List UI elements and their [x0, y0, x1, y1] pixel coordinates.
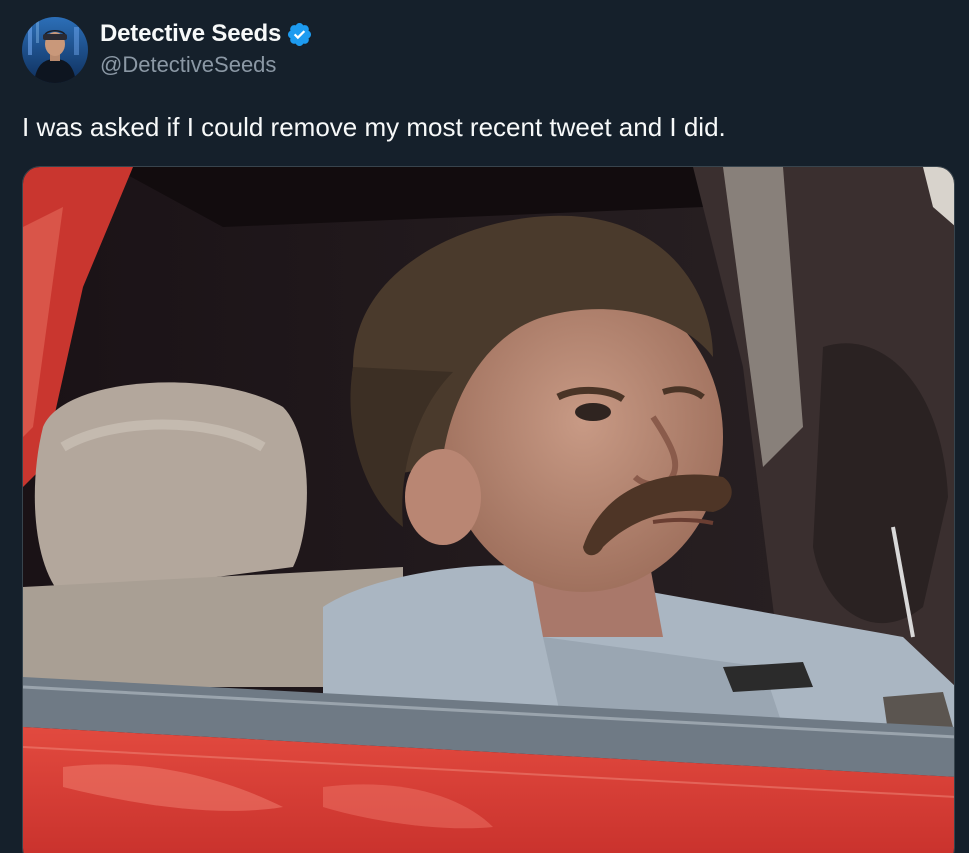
author-names: Detective Seeds @DetectiveSeeds: [100, 20, 313, 78]
display-name-row: Detective Seeds: [100, 20, 313, 48]
media-illustration: [23, 167, 954, 853]
tweet-card: Detective Seeds @DetectiveSeeds I was as…: [0, 0, 969, 853]
tweet-header: Detective Seeds @DetectiveSeeds: [22, 17, 313, 83]
tweet-media-image[interactable]: [22, 166, 955, 853]
author-avatar[interactable]: [22, 17, 88, 83]
avatar-icon: [22, 17, 88, 83]
tweet-text: I was asked if I could remove my most re…: [22, 112, 726, 142]
author-display-name[interactable]: Detective Seeds: [100, 20, 281, 48]
author-handle[interactable]: @DetectiveSeeds: [100, 52, 313, 78]
verified-badge-icon: [286, 21, 313, 48]
